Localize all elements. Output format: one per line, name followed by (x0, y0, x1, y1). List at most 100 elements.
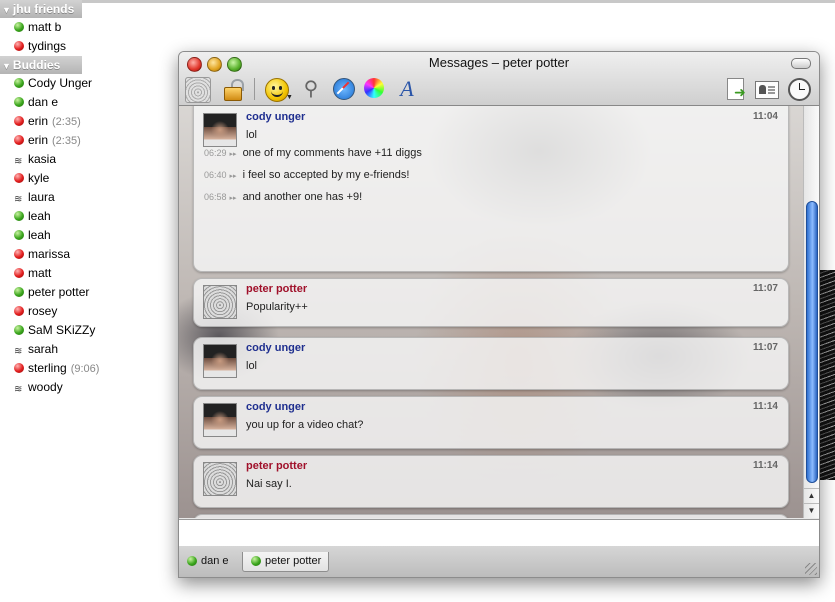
message-line: lol (246, 129, 257, 141)
status-away-icon (14, 173, 24, 183)
buddy-name: leah (28, 228, 51, 242)
transcript-scrollbar[interactable]: ▲ ▼ (803, 106, 819, 518)
title-bar[interactable]: Messages – peter potter ▼ ⚲ A ➜ (179, 52, 819, 106)
message-text: one of my comments have +11 diggs (242, 147, 422, 159)
message-input[interactable] (179, 519, 819, 547)
buddy-cody-unger[interactable]: Cody Unger (0, 74, 150, 93)
link-icon[interactable]: ⚲ (299, 77, 323, 101)
buddy-marissa[interactable]: marissa (0, 245, 150, 264)
message-block: peter potter 11:14 Nai say I. (193, 455, 789, 508)
status-away-icon (14, 363, 24, 373)
buddy-name: Cody Unger (28, 76, 93, 90)
wireless-icon: ≋ (14, 384, 23, 395)
disclosure-triangle-icon[interactable]: ▼ (2, 57, 11, 75)
clock-icon[interactable] (787, 77, 811, 101)
buddy-sarah[interactable]: ≋ sarah (0, 340, 150, 359)
scroll-thumb[interactable] (806, 201, 818, 483)
idle-time: (9:06) (70, 363, 100, 375)
message-time: 11:04 (752, 111, 778, 122)
timestamp-value: 06:29 (204, 148, 227, 158)
buddy-name: laura (28, 190, 55, 204)
buddy-kasia[interactable]: ≋ kasia (0, 150, 150, 169)
font-icon[interactable]: A (395, 77, 419, 101)
message-line: lol (246, 360, 257, 372)
group-name: jhu friends (12, 2, 75, 16)
scroll-up-arrow[interactable]: ▲ (804, 488, 819, 503)
toolbar-toggle-button[interactable] (791, 58, 811, 69)
status-available-icon (251, 556, 261, 566)
buddy-erin[interactable]: erin (2:35) (0, 131, 150, 150)
status-available-icon (14, 325, 24, 335)
tab-dan-e[interactable]: dan e (179, 552, 236, 571)
buddy-name: erin (28, 114, 49, 128)
avatar[interactable] (203, 113, 237, 147)
status-away-icon (14, 41, 24, 51)
buddy-matt-b[interactable]: matt b (0, 18, 150, 37)
buddy-name: matt (28, 266, 52, 280)
buddy-leah[interactable]: leah (0, 226, 150, 245)
tab-label: peter potter (265, 555, 322, 567)
sender-name: cody unger (246, 401, 306, 413)
avatar[interactable] (203, 462, 237, 496)
message-line: Nai say I. (246, 478, 292, 490)
color-wheel-icon[interactable] (363, 77, 387, 101)
group-header-jhu-friends[interactable]: ▼ jhu friends (0, 0, 82, 18)
buddy-erin[interactable]: erin (2:35) (0, 112, 150, 131)
buddy-name: woody (28, 380, 63, 394)
status-available-icon (187, 556, 197, 566)
status-away-icon (14, 116, 24, 126)
fingerprint-icon[interactable] (185, 77, 211, 103)
sender-name: peter potter (246, 283, 308, 295)
timestamp-value: 06:58 (204, 192, 227, 202)
buddy-sam-skizzy[interactable]: SaM SKiZZy (0, 321, 150, 340)
window-title: Messages – peter potter (428, 55, 570, 70)
status-available-icon (14, 211, 24, 221)
message-block: peter potter 11:07 Popularity++ (193, 278, 789, 327)
line-timestamp: 06:40 ▸▸ (204, 170, 237, 180)
avatar[interactable] (203, 285, 237, 319)
buddy-name: kyle (28, 171, 50, 185)
smiley-icon[interactable]: ▼ (265, 77, 293, 102)
buddy-kyle[interactable]: kyle (0, 169, 150, 188)
buddy-dan-e[interactable]: dan e (0, 93, 150, 112)
resize-grip[interactable] (805, 563, 817, 575)
expand-arrow-icon: ▸▸ (229, 195, 237, 202)
buddy-leah[interactable]: leah (0, 207, 150, 226)
buddy-matt[interactable]: matt (0, 264, 150, 283)
buddy-name: matt b (28, 20, 62, 34)
buddy-name: peter potter (28, 285, 90, 299)
avatar[interactable] (203, 344, 237, 378)
disclosure-triangle-icon[interactable]: ▼ (2, 1, 11, 19)
line-timestamp: 06:29 ▸▸ (204, 148, 237, 158)
status-available-icon (14, 287, 24, 297)
lock-icon[interactable] (221, 77, 245, 101)
message-time: 11:14 (752, 401, 778, 412)
contact-card-icon[interactable] (755, 77, 779, 101)
message-text: Nai say I. (246, 478, 292, 490)
buddy-list: ▼ jhu friends matt b tydings ▼ Buddies Cody Un… (0, 0, 150, 397)
tab-peter-potter[interactable]: peter potter (242, 552, 330, 572)
timestamp-value: 06:40 (204, 170, 227, 180)
buddy-rosey[interactable]: rosey (0, 302, 150, 321)
buddy-tydings[interactable]: tydings (0, 37, 150, 56)
send-file-icon[interactable]: ➜ (724, 77, 748, 101)
safari-icon[interactable] (332, 77, 356, 101)
buddy-peter-potter[interactable]: peter potter (0, 283, 150, 302)
message-text: Popularity++ (246, 301, 308, 313)
buddy-name: kasia (28, 152, 57, 166)
tab-bar: dan e peter potter (179, 546, 819, 577)
status-available-icon (14, 230, 24, 240)
chat-transcript[interactable]: cody unger 11:04 lol 06:29 ▸▸ one of my comme… (179, 106, 803, 518)
scroll-down-arrow[interactable]: ▼ (804, 503, 819, 518)
group-header-buddies[interactable]: ▼ Buddies (0, 56, 82, 74)
avatar[interactable] (203, 403, 237, 437)
message-time: 11:07 (752, 283, 778, 294)
message-line: 06:40 ▸▸ i feel so accepted by my e-friend… (204, 169, 409, 181)
message-block: cody unger 11:14 you up for a video chat? (193, 396, 789, 449)
status-available-icon (14, 97, 24, 107)
message-block: cody unger 11:07 lol (193, 337, 789, 390)
buddy-woody[interactable]: ≋ woody (0, 378, 150, 397)
buddy-laura[interactable]: ≋ laura (0, 188, 150, 207)
buddy-sterling[interactable]: sterling (9:06) (0, 359, 150, 378)
expand-arrow-icon: ▸▸ (229, 173, 237, 180)
